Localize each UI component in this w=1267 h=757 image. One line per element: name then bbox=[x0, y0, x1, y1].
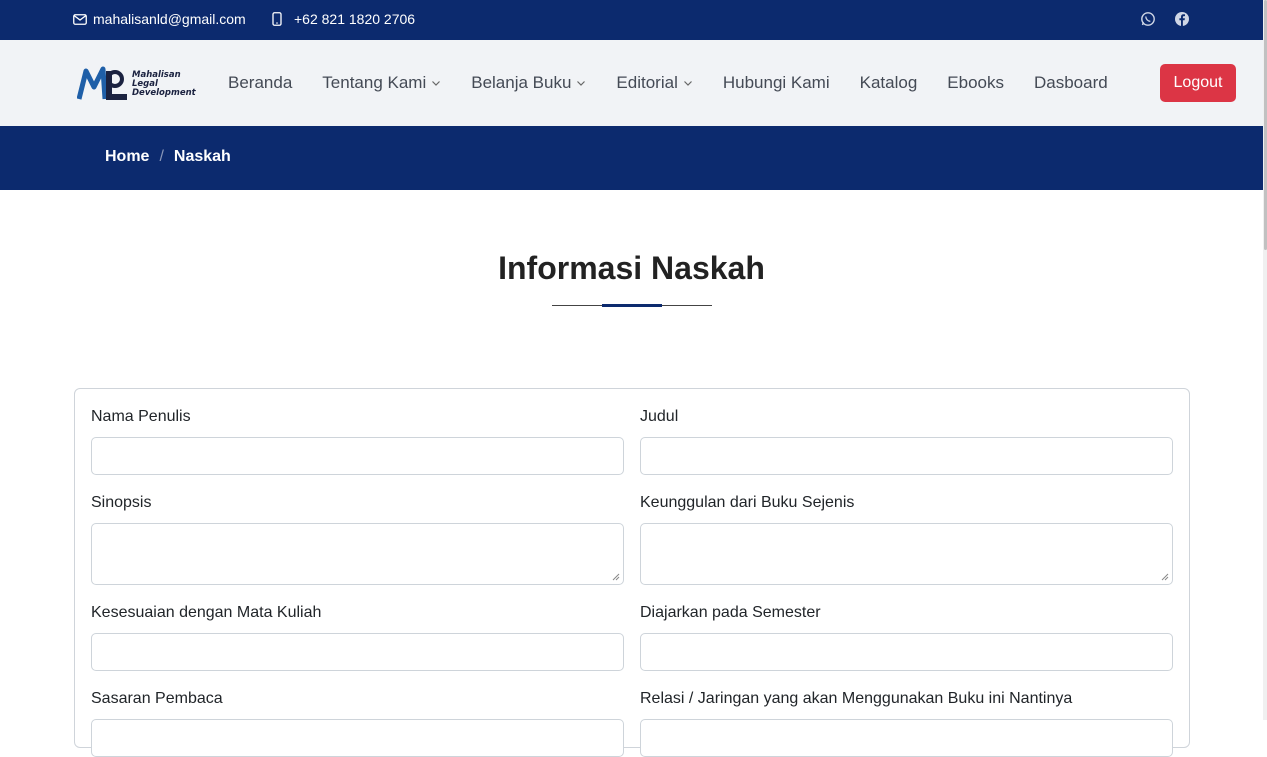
semester-input[interactable] bbox=[640, 633, 1173, 671]
judul-input[interactable] bbox=[640, 437, 1173, 475]
nav-label: Ebooks bbox=[947, 73, 1004, 92]
resize-grip-icon[interactable] bbox=[612, 573, 620, 581]
kesesuaian-label: Kesesuaian dengan Mata Kuliah bbox=[91, 604, 322, 621]
nav-label: Katalog bbox=[859, 73, 918, 92]
main-nav: Beranda Tentang Kami Belanja Buku Editor… bbox=[228, 40, 1138, 126]
sasaran-pembaca-input[interactable] bbox=[91, 719, 624, 757]
email-text: mahalisanld@gmail.com bbox=[93, 11, 246, 27]
nav-label: Editorial bbox=[616, 73, 678, 92]
relasi-input[interactable] bbox=[640, 719, 1173, 757]
semester-label: Diajarkan pada Semester bbox=[640, 604, 821, 621]
main-header: Mahalisan Legal Development Beranda Tent… bbox=[0, 40, 1263, 126]
nama-penulis-label: Nama Penulis bbox=[91, 408, 191, 425]
relasi-label: Relasi / Jaringan yang akan Menggunakan … bbox=[640, 690, 1073, 707]
sinopsis-label: Sinopsis bbox=[91, 494, 152, 511]
nav-label: Tentang Kami bbox=[322, 73, 427, 92]
kesesuaian-input[interactable] bbox=[91, 633, 624, 671]
logo-line-3: Development bbox=[132, 87, 196, 98]
breadcrumb: Home / Naskah bbox=[105, 148, 231, 166]
logo-text: Mahalisan Legal Development bbox=[132, 70, 196, 98]
breadcrumb-separator: / bbox=[159, 148, 164, 165]
whatsapp-icon[interactable] bbox=[1140, 11, 1156, 27]
chevron-down-icon bbox=[683, 81, 692, 86]
mld-logo-mark bbox=[77, 66, 127, 100]
nav-belanja-buku[interactable]: Belanja Buku bbox=[471, 73, 586, 93]
email-contact[interactable]: mahalisanld@gmail.com bbox=[73, 11, 246, 27]
judul-label: Judul bbox=[640, 408, 679, 425]
nav-label: Belanja Buku bbox=[471, 73, 572, 92]
page-title: Informasi Naskah bbox=[498, 250, 765, 286]
nav-editorial[interactable]: Editorial bbox=[616, 73, 692, 93]
chevron-down-icon bbox=[577, 81, 586, 86]
mobile-phone-icon bbox=[272, 12, 282, 26]
nav-label: Beranda bbox=[228, 73, 293, 92]
phone-text: +62 821 1820 2706 bbox=[294, 11, 416, 27]
breadcrumb-home[interactable]: Home bbox=[105, 148, 149, 166]
nav-hubungi-kami[interactable]: Hubungi Kami bbox=[723, 73, 830, 93]
facebook-icon[interactable] bbox=[1174, 11, 1190, 27]
title-divider-accent bbox=[602, 304, 662, 307]
envelope-icon bbox=[73, 13, 87, 25]
nav-beranda[interactable]: Beranda bbox=[228, 73, 292, 93]
chevron-down-icon bbox=[432, 81, 441, 86]
nama-penulis-input[interactable] bbox=[91, 437, 624, 475]
nav-label: Dasboard bbox=[1034, 73, 1108, 92]
keunggulan-label: Keunggulan dari Buku Sejenis bbox=[640, 494, 855, 511]
naskah-form: Nama Penulis Judul Sinopsis Keunggulan d… bbox=[74, 388, 1190, 757]
phone-contact[interactable]: +62 821 1820 2706 bbox=[272, 11, 415, 27]
breadcrumb-current: Naskah bbox=[173, 148, 231, 165]
nav-katalog[interactable]: Katalog bbox=[860, 73, 918, 93]
nav-dasboard[interactable]: Dasboard bbox=[1034, 73, 1108, 93]
nav-tentang-kami[interactable]: Tentang Kami bbox=[322, 73, 441, 93]
keunggulan-textarea[interactable] bbox=[640, 523, 1173, 585]
logout-button[interactable]: Logout bbox=[1160, 64, 1236, 102]
nav-label: Hubungi Kami bbox=[722, 73, 830, 92]
top-contact-bar: mahalisanld@gmail.com +62 821 1820 2706 bbox=[0, 0, 1263, 40]
resize-grip-icon[interactable] bbox=[1161, 573, 1169, 581]
sasaran-pembaca-label: Sasaran Pembaca bbox=[91, 690, 223, 707]
site-logo[interactable]: Mahalisan Legal Development bbox=[77, 64, 207, 104]
breadcrumb-band: Home / Naskah bbox=[0, 126, 1263, 190]
nav-ebooks[interactable]: Ebooks bbox=[947, 73, 1004, 93]
sinopsis-textarea[interactable] bbox=[91, 523, 624, 585]
